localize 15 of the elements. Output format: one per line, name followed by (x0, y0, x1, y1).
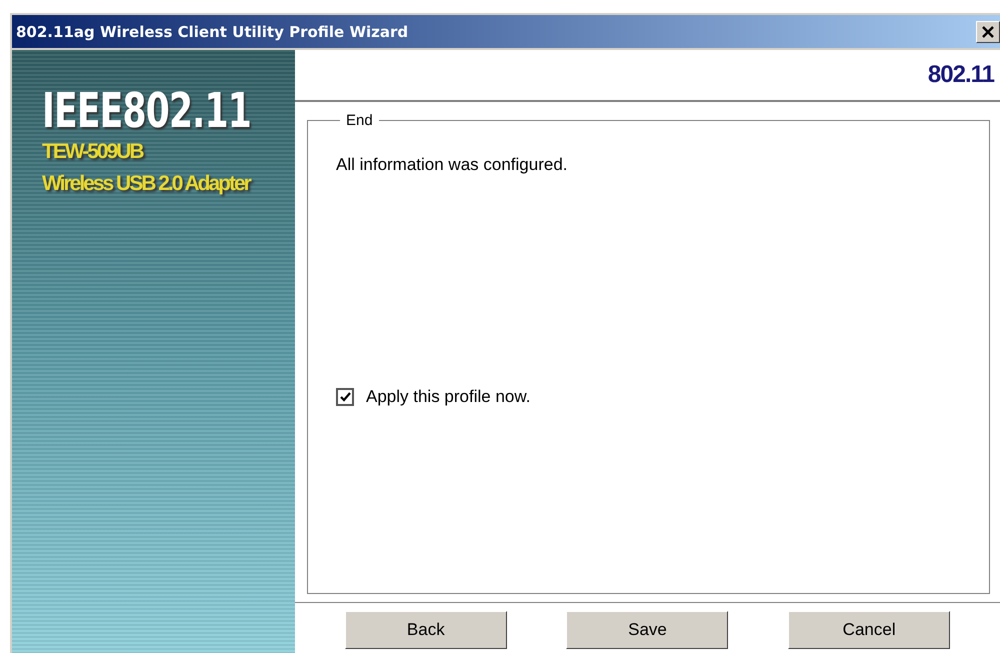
close-button[interactable] (976, 20, 1000, 42)
check-icon (340, 392, 350, 402)
dialog-button[interactable]: Save (566, 611, 728, 649)
close-icon (982, 26, 994, 38)
product-name: Wireless USB 2.0 Adapter (42, 171, 250, 197)
group-title: End (345, 112, 374, 129)
message-text: All information was configured. (336, 155, 569, 175)
checkbox-label: Apply this profile now. (366, 387, 530, 407)
logo-text: IEEE802.11 (42, 86, 251, 136)
brand-text: 802.11 (928, 61, 994, 89)
model-name: TEW-509UB (42, 139, 143, 165)
window-title: 802.11ag Wireless Client Utility Profile Wizard (16, 22, 408, 40)
dialog-button[interactable]: Cancel (788, 611, 950, 649)
checkbox[interactable] (336, 388, 354, 406)
dialog-button[interactable]: Back (344, 611, 507, 649)
